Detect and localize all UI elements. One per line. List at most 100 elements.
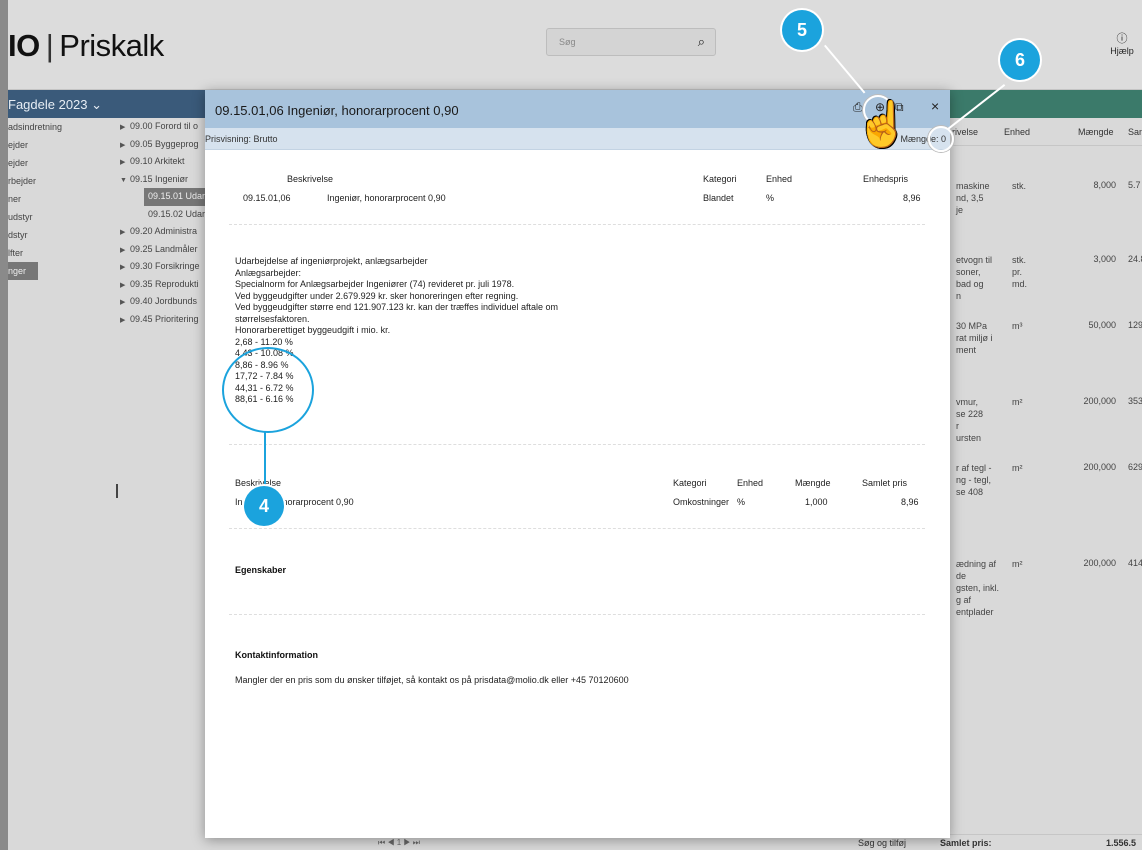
row-description-line: r <box>956 421 959 431</box>
row-quantity: 50,000 <box>1088 320 1116 330</box>
contact-text: Mangler der en pris som du ønsker tilføj… <box>235 675 629 685</box>
close-icon[interactable]: × <box>931 98 939 114</box>
app-name: Priskalk <box>59 28 164 63</box>
properties-heading: Egenskaber <box>235 565 287 575</box>
tree-item[interactable]: ▶ 09.45 Prioritering <box>116 311 206 329</box>
row-unit-line: m² <box>1012 463 1023 473</box>
total-label: Samlet pris: <box>940 838 992 848</box>
chevron-right-icon[interactable]: ▶ <box>116 294 130 311</box>
left-category-item[interactable]: ejder <box>8 136 116 154</box>
panel-resize-handle[interactable] <box>116 484 118 498</box>
add-search-link[interactable]: Søg og tilføj <box>858 838 906 848</box>
chevron-right-icon[interactable]: ▶ <box>116 224 130 241</box>
t1-header-desc: Beskrivelse <box>287 174 334 184</box>
row-quantity: 200,000 <box>1083 396 1116 406</box>
fagdele-dropdown[interactable]: Fagdele 2023 ⌄ <box>8 97 102 113</box>
tree-item[interactable]: ▶ 09.25 Landmåler <box>116 241 206 259</box>
left-category-item[interactable]: lfter <box>8 244 116 262</box>
chevron-right-icon[interactable]: ▶ <box>116 137 130 154</box>
description-line: Ved byggeudgifter større end 121.907.123… <box>235 302 559 312</box>
col-sum[interactable]: Saml <box>1128 127 1142 137</box>
col-unit[interactable]: Enhed <box>1004 127 1030 137</box>
divider <box>229 614 925 615</box>
tree-item[interactable]: 09.15.01 Udar <box>144 188 206 206</box>
left-category-item[interactable]: nger <box>8 262 38 280</box>
row-unit: m³ <box>1012 320 1052 332</box>
search-icon[interactable]: ⌕ <box>698 34 705 50</box>
total-value: 1.556.5 <box>1106 838 1137 848</box>
left-category-item[interactable]: adsindretning <box>8 118 116 136</box>
price-table-header: rivelse Enhed Mængde Saml <box>948 118 1142 146</box>
divider <box>229 224 925 225</box>
t2-header-category: Kategori <box>673 478 707 488</box>
row-unit: stk. <box>1012 180 1052 192</box>
row-description-line: se 408 <box>956 487 984 497</box>
row-description-line: nd, 3,5 <box>956 193 984 203</box>
dialog-subheader: Prisvisning: Brutto Mængde: 0 <box>205 128 950 150</box>
t2-quantity: 1,000 <box>805 497 828 507</box>
row-description: r af tegl - ng - tegl, se 408 <box>956 462 1012 498</box>
row-sum: 5.7 <box>1128 180 1141 190</box>
chevron-right-icon[interactable]: ▶ <box>116 154 130 171</box>
t1-description: Ingeniør, honorarprocent 0,90 <box>327 193 446 203</box>
help-label: Hjælp <box>1110 46 1134 56</box>
brand-logo[interactable]: IO | Priskalk <box>8 28 164 64</box>
tree-item[interactable]: ▶ 09.00 Forord til o <box>116 118 206 136</box>
t1-unitprice: 8,96 <box>903 193 921 203</box>
search-box[interactable]: Søg ⌕ <box>546 28 716 56</box>
help-button[interactable]: ⓘ Hjælp <box>1102 30 1142 56</box>
t1-header-unit: Enhed <box>766 174 793 184</box>
left-category-item[interactable]: rbejder <box>8 172 116 190</box>
chevron-right-icon[interactable]: ▶ <box>116 242 130 259</box>
description-line: Honorarberettiget byggeudgift i mio. kr. <box>235 325 391 335</box>
chevron-down-icon[interactable]: ▼ <box>116 172 130 189</box>
row-description-line: r af tegl - <box>956 463 992 473</box>
chevron-right-icon[interactable]: ▶ <box>116 259 130 276</box>
tree-item[interactable]: ▼ 09.15 Ingeniør <box>116 171 206 189</box>
tree-item-label: 09.45 Prioritering <box>130 313 199 324</box>
description-line: Specialnorm for Anlægsarbejder Ingeniøre… <box>235 279 515 289</box>
chevron-right-icon[interactable]: ▶ <box>116 119 130 136</box>
tree-item-label: 09.05 Byggeprog <box>130 138 199 149</box>
col-description[interactable]: rivelse <box>952 127 978 137</box>
left-category-item[interactable]: ner <box>8 190 116 208</box>
row-description-line: entplader <box>956 607 994 617</box>
tree-item[interactable]: ▶ 09.10 Arkitekt <box>116 153 206 171</box>
annotation-badge-6: 6 <box>1000 40 1040 80</box>
left-category-item[interactable]: udstyr <box>8 208 116 226</box>
row-description: maskine nd, 3,5 je <box>956 180 1012 216</box>
row-sum: 353.0 <box>1128 396 1142 406</box>
pagination[interactable]: ⏮ ◀ 1 ▶ ⏭ <box>378 838 420 848</box>
row-quantity: 200,000 <box>1083 558 1116 568</box>
t2-category: Omkostninger <box>673 497 730 507</box>
tree-item[interactable]: ▶ 09.40 Jordbunds <box>116 293 206 311</box>
t1-unit: % <box>766 193 775 203</box>
annotation-ring-6 <box>928 126 954 152</box>
row-unit-line: m² <box>1012 397 1023 407</box>
search-input[interactable]: Søg <box>559 37 576 47</box>
left-category-item[interactable]: dstyr <box>8 226 116 244</box>
tree-item-label: 09.35 Reprodukti <box>130 278 199 289</box>
tree-item-label: 09.15.01 Udar <box>148 191 206 201</box>
tree-item-label: 09.25 Landmåler <box>130 243 198 254</box>
left-category-item[interactable]: ejder <box>8 154 116 172</box>
t1-category: Blandet <box>703 193 734 203</box>
row-description-line: maskine <box>956 181 990 191</box>
tree-item[interactable]: ▶ 09.35 Reprodukti <box>116 276 206 294</box>
annotation-badge-4: 4 <box>244 486 284 526</box>
item-detail-dialog: 09.15.01,06 Ingeniør, honorarprocent 0,9… <box>205 90 950 838</box>
row-unit-line: stk. <box>1012 255 1027 265</box>
tree-item[interactable]: ▶ 09.30 Forsikringe <box>116 258 206 276</box>
row-description-line: g af <box>956 595 972 605</box>
t1-code: 09.15.01,06 <box>243 193 291 203</box>
chevron-right-icon[interactable]: ▶ <box>116 277 130 294</box>
chevron-right-icon[interactable]: ▶ <box>116 312 130 329</box>
annotation-badge-5: 5 <box>782 10 822 50</box>
description-line: 2,68 - 11.20 % <box>235 336 293 347</box>
tree-item[interactable]: ▶ 09.20 Administra <box>116 223 206 241</box>
tree-item[interactable]: ▶ 09.05 Byggeprog <box>116 136 206 154</box>
tree-item[interactable]: 09.15.02 Udar <box>116 206 206 224</box>
row-description: ædning af de gsten, inkl. g af entplader <box>956 558 1012 618</box>
row-description-line: rat miljø i <box>956 333 993 343</box>
col-quantity[interactable]: Mængde <box>1078 127 1114 137</box>
